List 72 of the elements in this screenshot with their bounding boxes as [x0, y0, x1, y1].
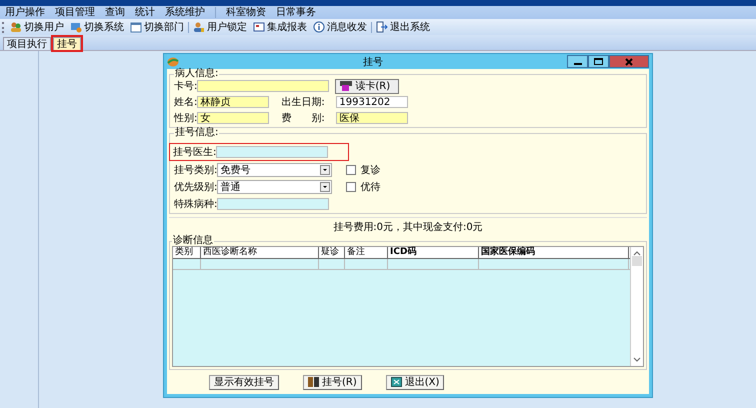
- birth-date-field[interactable]: 19931202: [336, 96, 408, 108]
- field-label: 姓名:: [174, 96, 198, 109]
- category-dropdown[interactable]: 免费号: [217, 163, 332, 177]
- priority-dropdown[interactable]: 普通: [217, 180, 332, 194]
- group-legend: 诊断信息: [172, 236, 214, 246]
- toolbar-button[interactable]: 切换系统: [68, 20, 126, 34]
- toolbar-button[interactable]: 用户锁定: [191, 20, 249, 34]
- exit-icon: [390, 377, 402, 387]
- followup-checkbox[interactable]: 复诊: [346, 163, 380, 177]
- column-header[interactable]: 西医诊断名称: [201, 247, 319, 258]
- column-header[interactable]: 国家医保编码: [479, 247, 629, 258]
- field-label: 挂号类别:: [174, 164, 218, 177]
- group-legend: 病人信息:: [174, 69, 220, 79]
- tab[interactable]: 挂号: [53, 37, 81, 50]
- toolbar-button[interactable]: 消息收发: [311, 20, 369, 34]
- dialog-button[interactable]: 退出(X): [386, 374, 444, 390]
- dialog-title: 挂号: [362, 56, 384, 68]
- column-header[interactable]: 类别: [173, 247, 201, 258]
- book-icon: [308, 377, 319, 387]
- minimize-icon: [574, 63, 582, 65]
- vertical-scrollbar[interactable]: [630, 247, 643, 366]
- report-icon: [253, 21, 265, 33]
- exit-icon: [376, 21, 388, 33]
- sex-field[interactable]: 女: [197, 112, 270, 124]
- card-reader-icon: [340, 81, 352, 91]
- field-label: 出生日期:: [281, 96, 326, 109]
- close-button[interactable]: [609, 55, 649, 68]
- maximize-icon: [594, 58, 603, 65]
- switch-icon: [70, 21, 82, 33]
- field-label: 挂号医生:: [173, 146, 216, 159]
- info-icon: [313, 21, 325, 33]
- menu-item[interactable]: 用户操作: [5, 6, 45, 18]
- column-header[interactable]: 备注: [345, 247, 388, 258]
- read-card-button[interactable]: 读卡(R): [335, 78, 400, 94]
- doctor-field[interactable]: [216, 146, 328, 158]
- fee-summary: 挂号费用:0元，其中现金支付:0元: [333, 220, 483, 234]
- menu-item[interactable]: 查询: [105, 6, 125, 18]
- toolbar-button[interactable]: 切换部门: [128, 20, 186, 34]
- toolbar-button[interactable]: 集成报表: [251, 20, 309, 34]
- field-label: 特殊病种:: [174, 198, 218, 211]
- toolbar-button[interactable]: 切换用户: [8, 20, 66, 34]
- app-logo-icon: [167, 56, 179, 66]
- calendar-icon: [130, 21, 142, 33]
- group-legend: 挂号信息:: [174, 128, 220, 138]
- scroll-up-icon: [633, 250, 641, 256]
- menu-item[interactable]: 日常事务: [276, 6, 316, 18]
- scroll-thumb[interactable]: [632, 256, 642, 266]
- preferential-checkbox[interactable]: 优待: [346, 180, 380, 194]
- toolbar-button[interactable]: 退出系统: [374, 20, 432, 34]
- special-disease-field[interactable]: [217, 198, 330, 210]
- menu-item[interactable]: 项目管理: [55, 6, 95, 18]
- tab[interactable]: 项目执行: [3, 37, 51, 50]
- field-label: 费 别:: [281, 112, 326, 125]
- field-label: 性别:: [174, 112, 198, 125]
- user-lock-icon: [193, 21, 205, 33]
- scroll-down-icon: [633, 357, 641, 363]
- close-icon: [625, 58, 633, 66]
- fee-type-field[interactable]: 医保: [336, 112, 408, 124]
- minimize-button[interactable]: [567, 55, 588, 68]
- card-number-field[interactable]: [197, 80, 330, 92]
- column-header[interactable]: 疑诊: [319, 247, 345, 258]
- name-field[interactable]: 林静贞: [197, 96, 270, 108]
- menu-item[interactable]: 统计: [135, 6, 155, 18]
- users-icon: [10, 21, 22, 33]
- dialog-button[interactable]: 挂号(R): [303, 374, 362, 390]
- dialog-button[interactable]: 显示有效挂号: [209, 374, 279, 390]
- field-label: 卡号:: [174, 80, 198, 93]
- maximize-button[interactable]: [588, 55, 609, 68]
- menu-item[interactable]: 系统维护: [165, 6, 205, 18]
- field-label: 优先级别:: [174, 180, 218, 194]
- column-header[interactable]: ICD码: [388, 247, 479, 258]
- menu-item[interactable]: 科室物资: [226, 6, 266, 18]
